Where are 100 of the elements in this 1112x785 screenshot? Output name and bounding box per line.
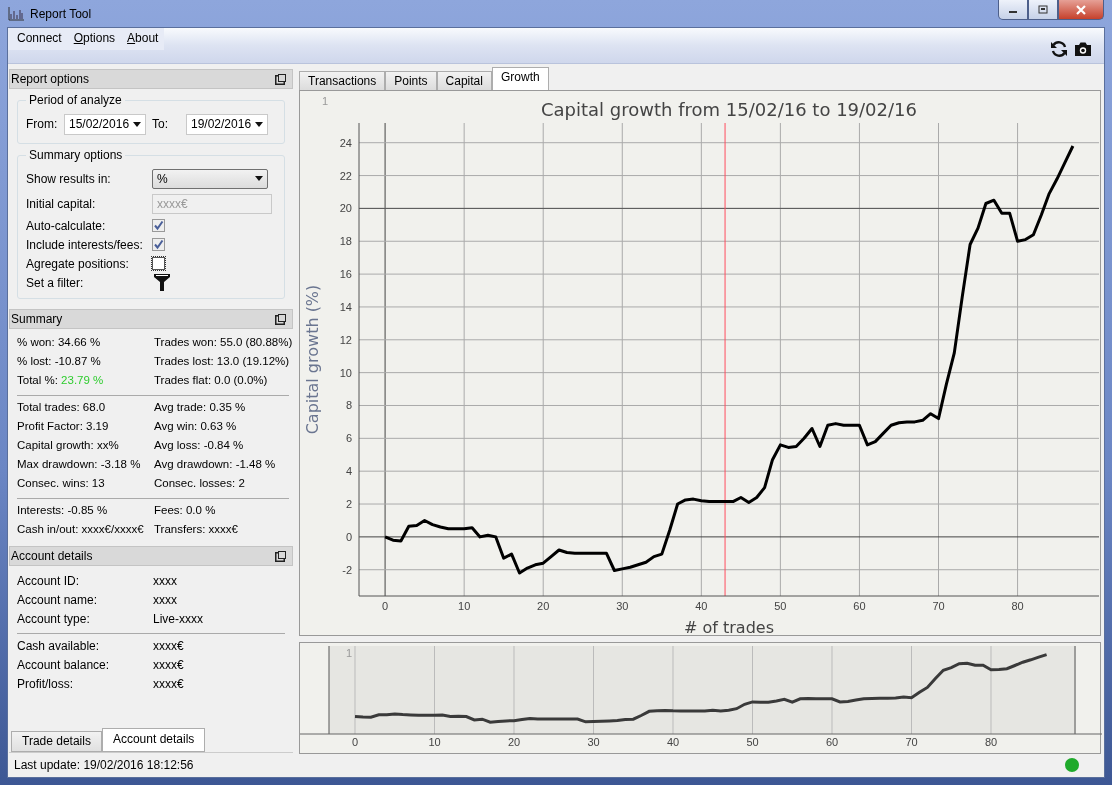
tick-label: 30 [616,600,629,612]
stat-text: % won: 34.66 % [17,336,102,350]
tick-label: 12 [339,333,352,346]
minimize-button[interactable] [998,0,1028,20]
stat-text: Avg trade: 0.35 % [154,401,247,415]
tick-label: 70 [905,736,918,748]
tab[interactable]: Growth [491,67,549,90]
stat-text: Fees: 0.0 % [154,504,217,518]
tab[interactable]: Points [385,71,437,90]
tick-label: 6 [345,432,352,445]
stat-text: Total %: 23.79 % [17,374,105,388]
stat-text: Trades won: 55.0 (80.88%) [154,336,293,350]
menu-item[interactable]: Options [67,30,122,50]
tick-label: 0 [351,736,359,748]
tick-label: 24 [339,136,352,149]
tick-label: 8 [345,399,352,412]
stat-text: Avg loss: -0.84 % [154,439,245,453]
tick-label: 60 [853,600,866,612]
stat-text: Transfers: xxxx€ [154,523,239,537]
tick-label: 20 [507,736,521,748]
group-title: Period of analyze [28,93,123,107]
stat-text: Trades lost: 13.0 (19.12%) [154,355,291,369]
option-label: Show results in: [26,171,112,186]
tick-label: 16 [339,268,352,281]
field-label: Account name: [17,593,99,608]
panel-header: Account details [9,546,293,566]
tick-label: 10 [339,366,352,379]
date-picker[interactable]: 15/02/2016 [64,113,146,135]
stat-text: Avg drawdown: -1.48 % [154,458,277,472]
axis-title: # of trades [684,618,774,637]
tick-label: 0 [382,600,389,612]
field-value: xxxx [153,593,178,608]
to-label: To: [152,117,169,131]
option-label: Set a filter: [26,275,85,290]
tick-label: 0 [345,530,352,543]
stat-text: Consec. wins: 13 [17,477,106,491]
field-value: xxxx€ [153,658,185,673]
stat-text: Consec. losses: 2 [154,477,246,491]
window-title: Report Tool [30,6,92,21]
menu-item[interactable]: Connect [11,30,68,50]
field-value: Live-xxxx [153,612,204,627]
field-value: xxxx [153,574,178,589]
close-button[interactable] [1058,0,1104,20]
stat-text: Max drawdown: -3.18 % [17,458,142,472]
field-value: xxxx€ [153,677,185,692]
field-label: Account type: [17,612,91,627]
axis-label: 1 [322,95,329,107]
maximize-button[interactable] [1028,0,1058,20]
option-label: Auto-calculate: [26,218,107,233]
field-value: xxxx€ [153,639,185,654]
tick-label: 20 [339,202,352,215]
status-text: Last update: 19/02/2016 18:12:56 [14,758,194,772]
close-icon [1075,4,1087,15]
tick-label: 10 [428,736,441,748]
tick-label: 4 [345,465,352,478]
tick-label: 50 [774,600,787,612]
stat-text: Total trades: 68.0 [17,401,107,415]
tab[interactable]: Account details [101,728,206,752]
checkbox[interactable] [152,257,165,270]
panel-header: Summary [9,309,293,329]
filter-icon[interactable] [154,274,170,291]
tick-label: 50 [746,736,759,748]
tick-label: 18 [339,235,352,248]
field-label: Profit/loss: [17,677,74,692]
panel-header: Report options [9,69,293,89]
camera-icon[interactable] [1074,40,1092,57]
tab[interactable]: Transactions [299,71,386,90]
from-label: From: [26,117,59,131]
date-picker[interactable]: 19/02/2016 [186,113,268,135]
option-label: Include interests/fees: [26,237,144,252]
tab[interactable]: Capital [436,71,492,90]
field-label: Account ID: [17,574,81,589]
refresh-icon[interactable] [1050,39,1068,58]
field-label: Cash available: [17,639,101,654]
option-label: Initial capital: [26,196,97,211]
axis-title: Capital growth (%) [303,284,322,435]
tick-label: 80 [984,736,998,748]
range-selection[interactable] [329,646,1076,734]
tick-label: 60 [825,736,839,748]
tick-label: 30 [587,736,600,748]
chart-title: Capital growth from 15/02/16 to 19/02/16 [541,99,917,120]
tick-label: 20 [537,600,550,612]
chart-icon [8,6,24,21]
stat-text: Capital growth: xx% [17,439,120,453]
tick-label: -2 [342,563,352,576]
tick-label: 14 [339,300,352,313]
tick-label: 40 [666,736,680,748]
stat-text: % lost: -10.87 % [17,355,102,369]
tick-label: 70 [932,600,945,612]
stat-text: Avg win: 0.63 % [154,420,238,434]
tab[interactable]: Trade details [11,731,102,752]
option-label: Agregate positions: [26,256,130,271]
menu-item[interactable]: About [121,30,165,50]
dropdown[interactable]: % [152,168,268,189]
group-title: Summary options [28,148,124,162]
stat-text: Trades flat: 0.0 (0.0%) [154,374,269,388]
stat-text: Profit Factor: 3.19 [17,420,110,434]
tick-label: 22 [339,169,352,182]
field-label: Account balance: [17,658,111,673]
tick-label: 2 [345,498,352,511]
